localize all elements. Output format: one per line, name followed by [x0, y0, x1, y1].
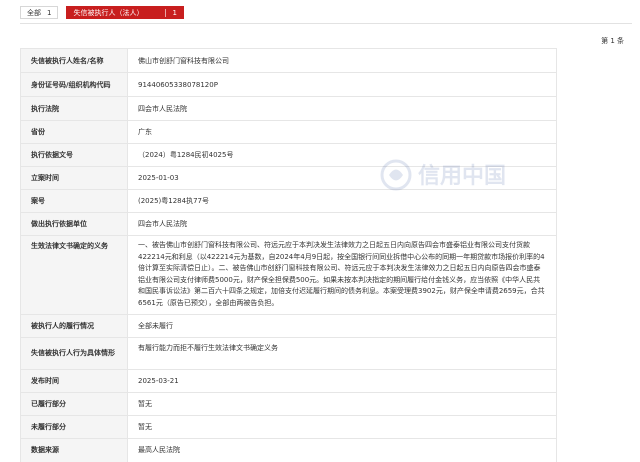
tabs-divider	[20, 23, 632, 24]
row-value: （2024）粤1284民初4025号	[127, 143, 557, 167]
table-row: 省份 广东	[20, 120, 557, 144]
table-row: 案号 (2025)粤1284执77号	[20, 189, 557, 213]
tab-all-count: 1	[47, 8, 52, 17]
row-key: 已履行部分	[20, 391, 128, 416]
row-value: 一、被告佛山市创舒门窗科技有限公司、符远元应于本判决发生法律效力之日起五日内向原…	[127, 235, 557, 315]
row-value: 有履行能力而拒不履行生效法律文书确定义务	[127, 336, 557, 370]
row-key: 未履行部分	[20, 414, 128, 439]
table-row: 失信被执行人行为具体情形 有履行能力而拒不履行生效法律文书确定义务	[20, 336, 557, 370]
filter-tabs: 全部 1 失信被执行人（法人） 1	[20, 6, 184, 19]
row-key: 案号	[20, 189, 128, 213]
table-row: 数据来源 最高人民法院	[20, 437, 557, 462]
row-value: 全部未履行	[127, 313, 557, 338]
detail-table: 失信被执行人姓名/名称 佛山市创舒门窗科技有限公司 身份证号码/组织机构代码 9…	[20, 48, 557, 462]
row-key: 执行依据文号	[20, 143, 128, 167]
row-key: 身份证号码/组织机构代码	[20, 72, 128, 97]
tab-all[interactable]: 全部 1	[20, 6, 59, 19]
pagination-indicator: 第 1 条	[601, 37, 624, 45]
table-row: 做出执行依据单位 四会市人民法院	[20, 212, 557, 236]
row-key: 执行法院	[20, 96, 128, 121]
row-key: 失信被执行人行为具体情形	[20, 336, 128, 370]
table-row: 已履行部分 暂无	[20, 391, 557, 416]
table-row: 身份证号码/组织机构代码 91440605338078120P	[20, 72, 557, 97]
row-value: 四会市人民法院	[127, 212, 557, 236]
row-value: 广东	[127, 120, 557, 144]
table-row: 未履行部分 暂无	[20, 414, 557, 439]
row-key: 被执行人的履行情况	[20, 313, 128, 338]
row-value: 佛山市创舒门窗科技有限公司	[127, 48, 557, 73]
tab-dishonest-legal-person[interactable]: 失信被执行人（法人） 1	[66, 6, 184, 19]
row-value: 最高人民法院	[127, 437, 557, 462]
row-value: 四会市人民法院	[127, 96, 557, 121]
table-row: 失信被执行人姓名/名称 佛山市创舒门窗科技有限公司	[20, 48, 557, 73]
table-row: 被执行人的履行情况 全部未履行	[20, 313, 557, 338]
row-key: 数据来源	[20, 437, 128, 462]
row-value: 暂无	[127, 414, 557, 439]
row-key: 发布时间	[20, 368, 128, 393]
row-value: 2025-03-21	[127, 368, 557, 393]
table-row: 立案时间 2025-01-03	[20, 166, 557, 190]
row-key: 省份	[20, 120, 128, 144]
row-value: 2025-01-03	[127, 166, 557, 190]
table-row: 发布时间 2025-03-21	[20, 368, 557, 393]
row-key: 失信被执行人姓名/名称	[20, 48, 128, 73]
row-value: 暂无	[127, 391, 557, 416]
tab-dishonest-label: 失信被执行人（法人）	[73, 8, 144, 17]
tab-all-label: 全部	[27, 8, 41, 17]
tab-dishonest-count: 1	[165, 8, 177, 17]
row-key: 做出执行依据单位	[20, 212, 128, 236]
table-row: 执行依据文号 （2024）粤1284民初4025号	[20, 143, 557, 167]
row-value: (2025)粤1284执77号	[127, 189, 557, 213]
row-value: 91440605338078120P	[127, 72, 557, 97]
row-key: 立案时间	[20, 166, 128, 190]
table-row: 生效法律文书确定的义务 一、被告佛山市创舒门窗科技有限公司、符远元应于本判决发生…	[20, 235, 557, 315]
row-key: 生效法律文书确定的义务	[20, 235, 128, 315]
table-row: 执行法院 四会市人民法院	[20, 96, 557, 121]
